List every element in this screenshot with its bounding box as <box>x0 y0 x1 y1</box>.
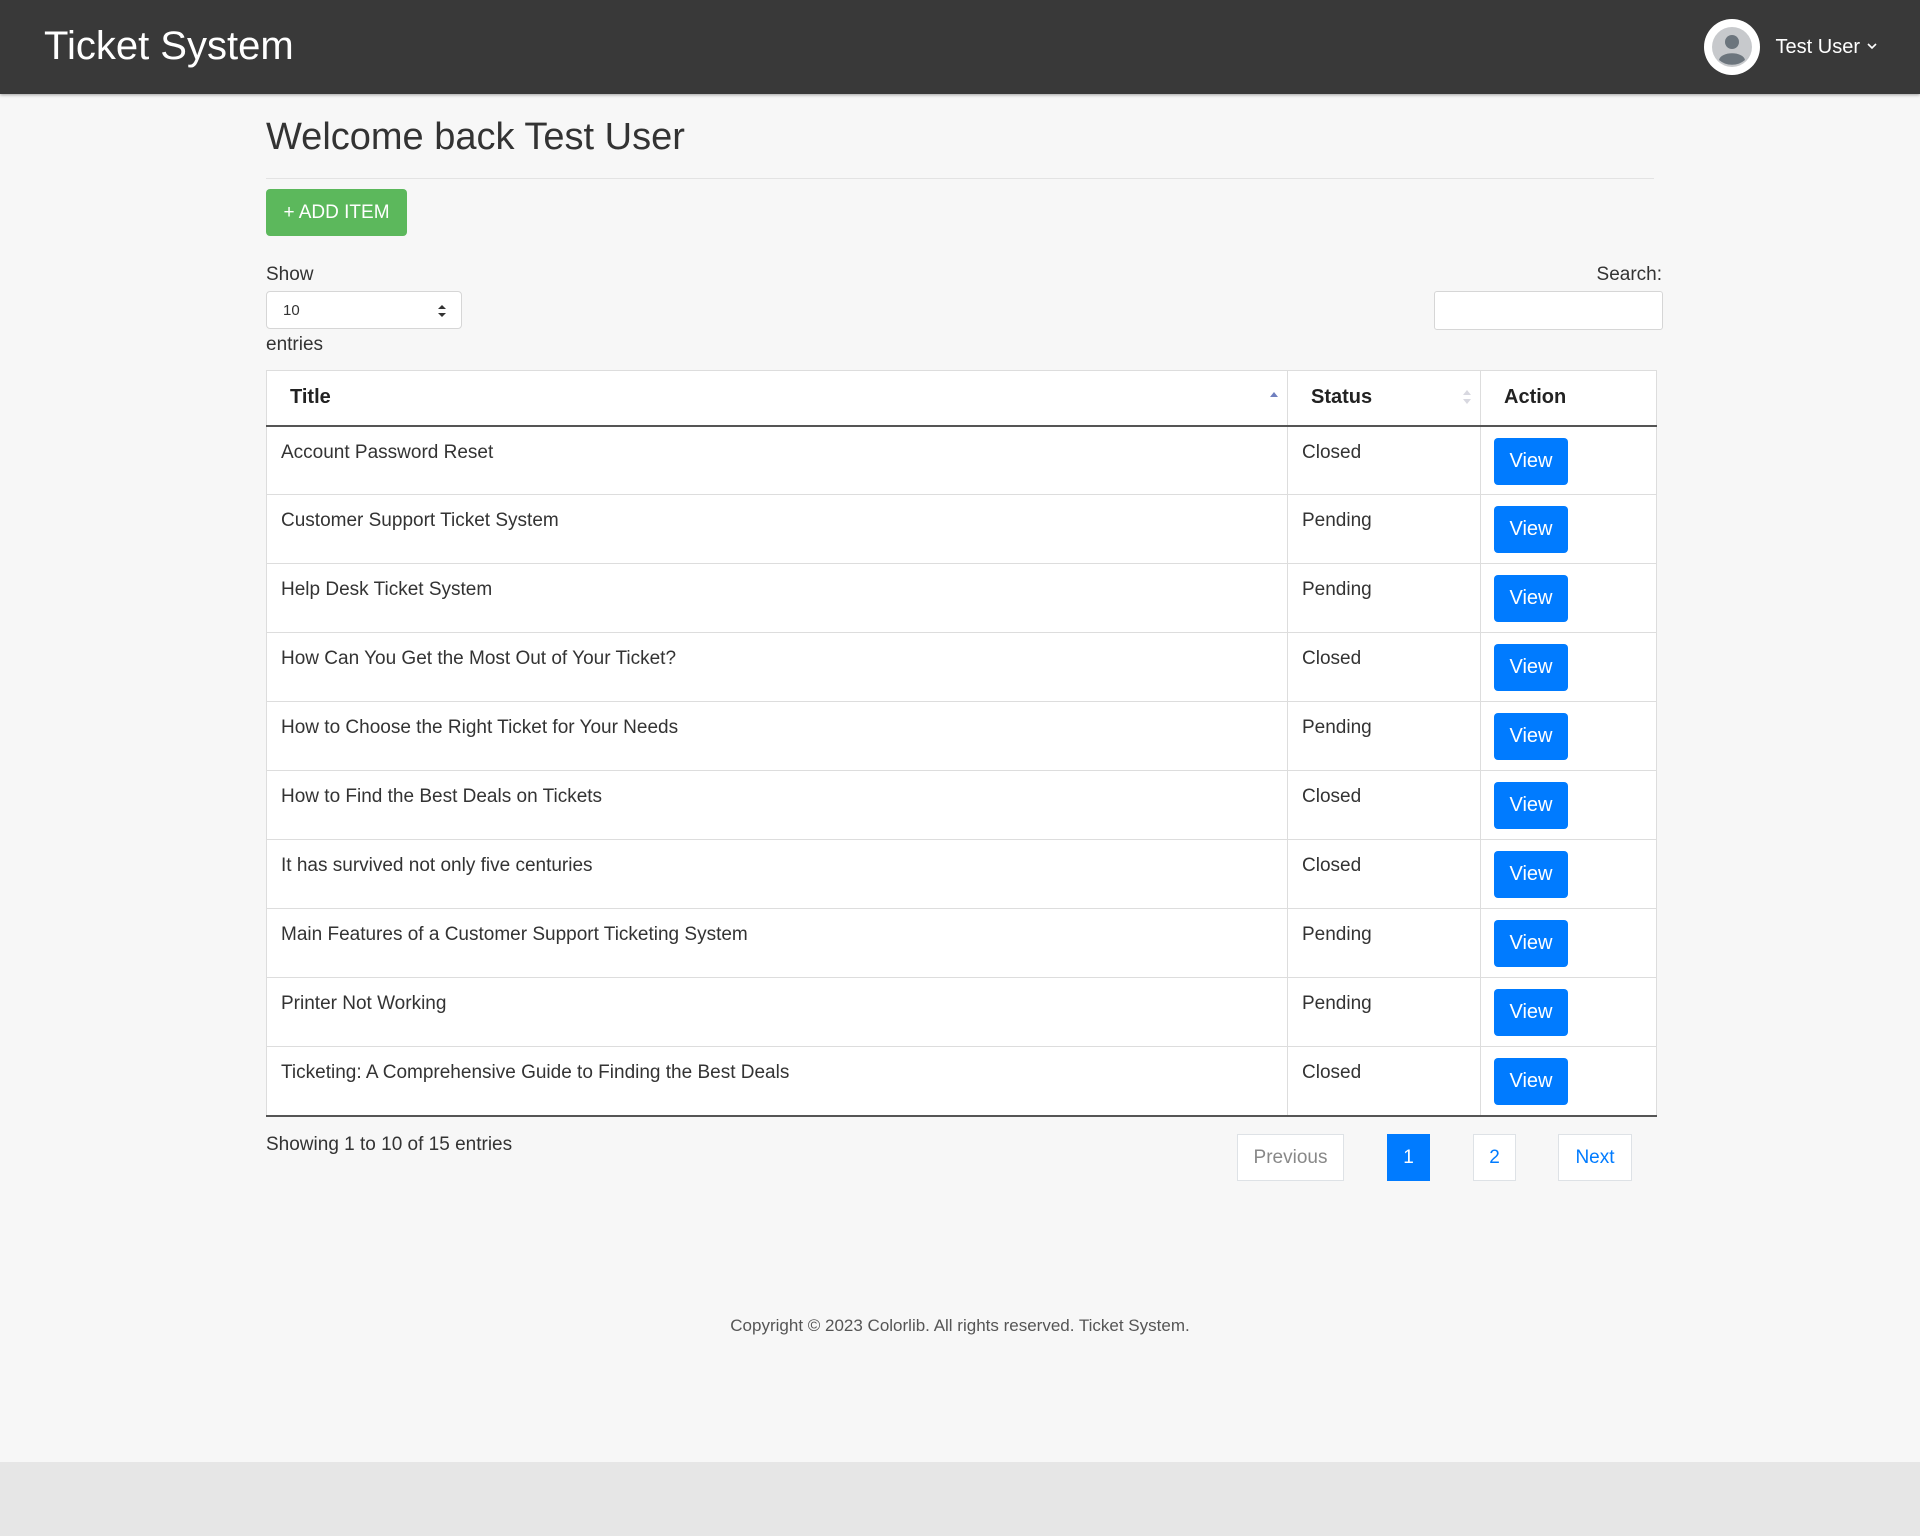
ticket-status: Pending <box>1287 701 1481 771</box>
page-button-2[interactable]: 2 <box>1473 1134 1516 1181</box>
column-header-title[interactable]: Title <box>266 370 1288 427</box>
search-input[interactable] <box>1434 291 1663 330</box>
ticket-status: Closed <box>1287 839 1481 909</box>
table-row: Ticketing: A Comprehensive Guide to Find… <box>266 1046 1657 1117</box>
column-header-label: Status <box>1311 386 1373 409</box>
view-button[interactable]: View <box>1494 437 1568 485</box>
ticket-title: How Can You Get the Most Out of Your Tic… <box>266 632 1288 702</box>
show-label: Show <box>266 264 314 285</box>
view-button[interactable]: View <box>1494 713 1568 760</box>
view-button[interactable]: View <box>1494 644 1568 691</box>
ticket-status: Closed <box>1287 632 1481 702</box>
ticket-status: Pending <box>1287 908 1481 978</box>
brand-title[interactable]: Ticket System <box>44 20 294 72</box>
sort-ascending-icon <box>1269 388 1279 411</box>
column-header-status[interactable]: Status <box>1287 370 1481 427</box>
ticket-title: Ticketing: A Comprehensive Guide to Find… <box>266 1046 1288 1117</box>
ticket-status: Closed <box>1287 425 1481 495</box>
table-row: It has survived not only five centuries … <box>266 839 1657 909</box>
top-navbar: Ticket System Test User <box>0 0 1920 94</box>
action-cell: View <box>1480 632 1657 702</box>
footer-copyright: Copyright © 2023 Colorlib. All rights re… <box>730 1316 1190 1335</box>
avatar[interactable] <box>1703 19 1760 75</box>
entries-per-page-select[interactable]: 10 <box>266 291 462 329</box>
column-header-action: Action <box>1480 370 1657 427</box>
tickets-table: Title Status Action Account Password Res… <box>266 370 1657 1117</box>
divider <box>266 178 1654 179</box>
add-item-button[interactable]: + ADD ITEM <box>266 189 407 236</box>
select-arrows-icon <box>437 303 447 323</box>
previous-page-button[interactable]: Previous <box>1237 1134 1344 1181</box>
action-cell: View <box>1480 770 1657 840</box>
ticket-status: Closed <box>1287 770 1481 840</box>
table-row: Account Password Reset Closed View <box>266 425 1657 495</box>
next-page-button[interactable]: Next <box>1558 1134 1632 1181</box>
ticket-title: Account Password Reset <box>266 425 1288 495</box>
table-header-row: Title Status Action <box>266 370 1657 427</box>
action-cell: View <box>1480 494 1657 564</box>
table-row: How to Find the Best Deals on Tickets Cl… <box>266 770 1657 840</box>
entries-label: entries <box>266 334 324 355</box>
view-button[interactable]: View <box>1494 989 1568 1036</box>
user-avatar-icon <box>1711 27 1752 67</box>
page: Ticket System Test User Welcome back Tes… <box>0 0 1920 1462</box>
ticket-title: It has survived not only five centuries <box>266 839 1288 909</box>
table-row: Main Features of a Customer Support Tick… <box>266 908 1657 978</box>
page-title: Welcome back Test User <box>266 116 685 158</box>
view-button[interactable]: View <box>1494 575 1568 622</box>
action-cell: View <box>1480 1046 1657 1117</box>
ticket-title: Customer Support Ticket System <box>266 494 1288 564</box>
ticket-title: How to Choose the Right Ticket for Your … <box>266 701 1288 771</box>
view-button[interactable]: View <box>1494 920 1568 967</box>
table-row: How Can You Get the Most Out of Your Tic… <box>266 632 1657 702</box>
action-cell: View <box>1480 977 1657 1047</box>
column-header-label: Action <box>1504 386 1567 409</box>
table-row: Help Desk Ticket System Pending View <box>266 563 1657 633</box>
action-cell: View <box>1480 701 1657 771</box>
table-info: Showing 1 to 10 of 15 entries <box>266 1134 513 1155</box>
user-menu[interactable]: Test User <box>1703 19 1878 75</box>
user-name[interactable]: Test User <box>1776 36 1860 59</box>
table-row: Customer Support Ticket System Pending V… <box>266 494 1657 564</box>
view-button[interactable]: View <box>1494 782 1568 829</box>
action-cell: View <box>1480 563 1657 633</box>
view-button[interactable]: View <box>1494 1058 1568 1105</box>
ticket-status: Pending <box>1287 563 1481 633</box>
search-label: Search: <box>1596 264 1662 285</box>
ticket-title: Printer Not Working <box>266 977 1288 1047</box>
column-header-label: Title <box>290 386 331 409</box>
sort-both-icon <box>1462 388 1472 412</box>
page-button-1[interactable]: 1 <box>1387 1134 1430 1181</box>
view-button[interactable]: View <box>1494 851 1568 898</box>
action-cell: View <box>1480 908 1657 978</box>
ticket-title: Main Features of a Customer Support Tick… <box>266 908 1288 978</box>
ticket-status: Pending <box>1287 494 1481 564</box>
ticket-status: Closed <box>1287 1046 1481 1117</box>
action-cell: View <box>1480 425 1657 495</box>
entries-per-page-value: 10 <box>283 301 300 319</box>
ticket-status: Pending <box>1287 977 1481 1047</box>
table-row: How to Choose the Right Ticket for Your … <box>266 701 1657 771</box>
ticket-title: Help Desk Ticket System <box>266 563 1288 633</box>
table-row: Printer Not Working Pending View <box>266 977 1657 1047</box>
view-button[interactable]: View <box>1494 506 1568 553</box>
action-cell: View <box>1480 839 1657 909</box>
ticket-title: How to Find the Best Deals on Tickets <box>266 770 1288 840</box>
chevron-down-icon[interactable] <box>1866 38 1878 56</box>
